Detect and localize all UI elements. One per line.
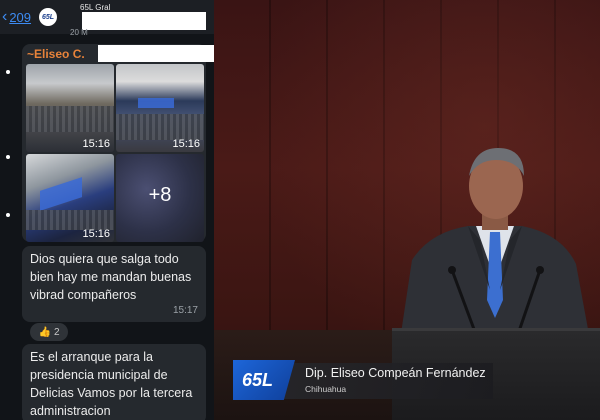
speaker-figure: [400, 148, 590, 340]
photo-time: 15:16: [172, 138, 200, 150]
auditorium-seats: [116, 114, 204, 140]
auditorium-seats: [26, 106, 114, 132]
reaction-chip[interactable]: 👍 2: [30, 323, 68, 341]
more-photos-tile[interactable]: +8: [116, 154, 204, 242]
group-avatar[interactable]: 65L: [39, 8, 58, 26]
redacted-box: [82, 12, 206, 30]
message-time: 15:17: [172, 305, 198, 316]
speaker-state: Chihuahua: [305, 384, 347, 394]
stage-screen: [138, 98, 174, 108]
chevron-left-icon: ‹: [2, 8, 8, 25]
auditorium-seats: [26, 210, 114, 230]
message-bubble[interactable]: Dios quiera que salga todo bien hay me m…: [22, 246, 206, 322]
speaker-name: Dip. Eliseo Compeán Fernández: [305, 366, 486, 380]
back-button[interactable]: ‹ 209: [2, 9, 31, 25]
group-title[interactable]: 65L Gral: [80, 3, 110, 12]
status-dot: [6, 213, 10, 217]
message-bubble[interactable]: Es el arranque para la presidencia munic…: [22, 344, 206, 420]
status-dot: [6, 70, 10, 74]
photo-time: 15:16: [82, 228, 110, 240]
unread-count: 209: [9, 9, 32, 25]
reaction-count: 2: [53, 326, 60, 338]
message-text: Es el arranque para la presidencia munic…: [30, 350, 193, 418]
message-text: Dios quiera que salga todo bien hay me m…: [30, 252, 192, 302]
photo-thumbnail[interactable]: 15:16: [116, 64, 204, 152]
photo-time: 15:16: [82, 138, 110, 150]
broadcast-video: [214, 0, 600, 420]
photo-thumbnail[interactable]: 15:16: [26, 64, 114, 152]
sender-name[interactable]: ~Eliseo C.: [27, 47, 85, 61]
status-dot: [6, 155, 10, 159]
more-photos-count: +8: [148, 184, 172, 206]
redacted-box: [98, 45, 214, 62]
date-separator: 20 M: [70, 28, 88, 37]
thumbs-up-icon: 👍: [38, 326, 51, 338]
photo-thumbnail[interactable]: 15:16: [26, 154, 114, 242]
chat-panel: ‹ 209 65L 65L Gral 20 M ~Eliseo C. 15:16…: [0, 0, 214, 420]
stage-screen: [40, 177, 82, 211]
